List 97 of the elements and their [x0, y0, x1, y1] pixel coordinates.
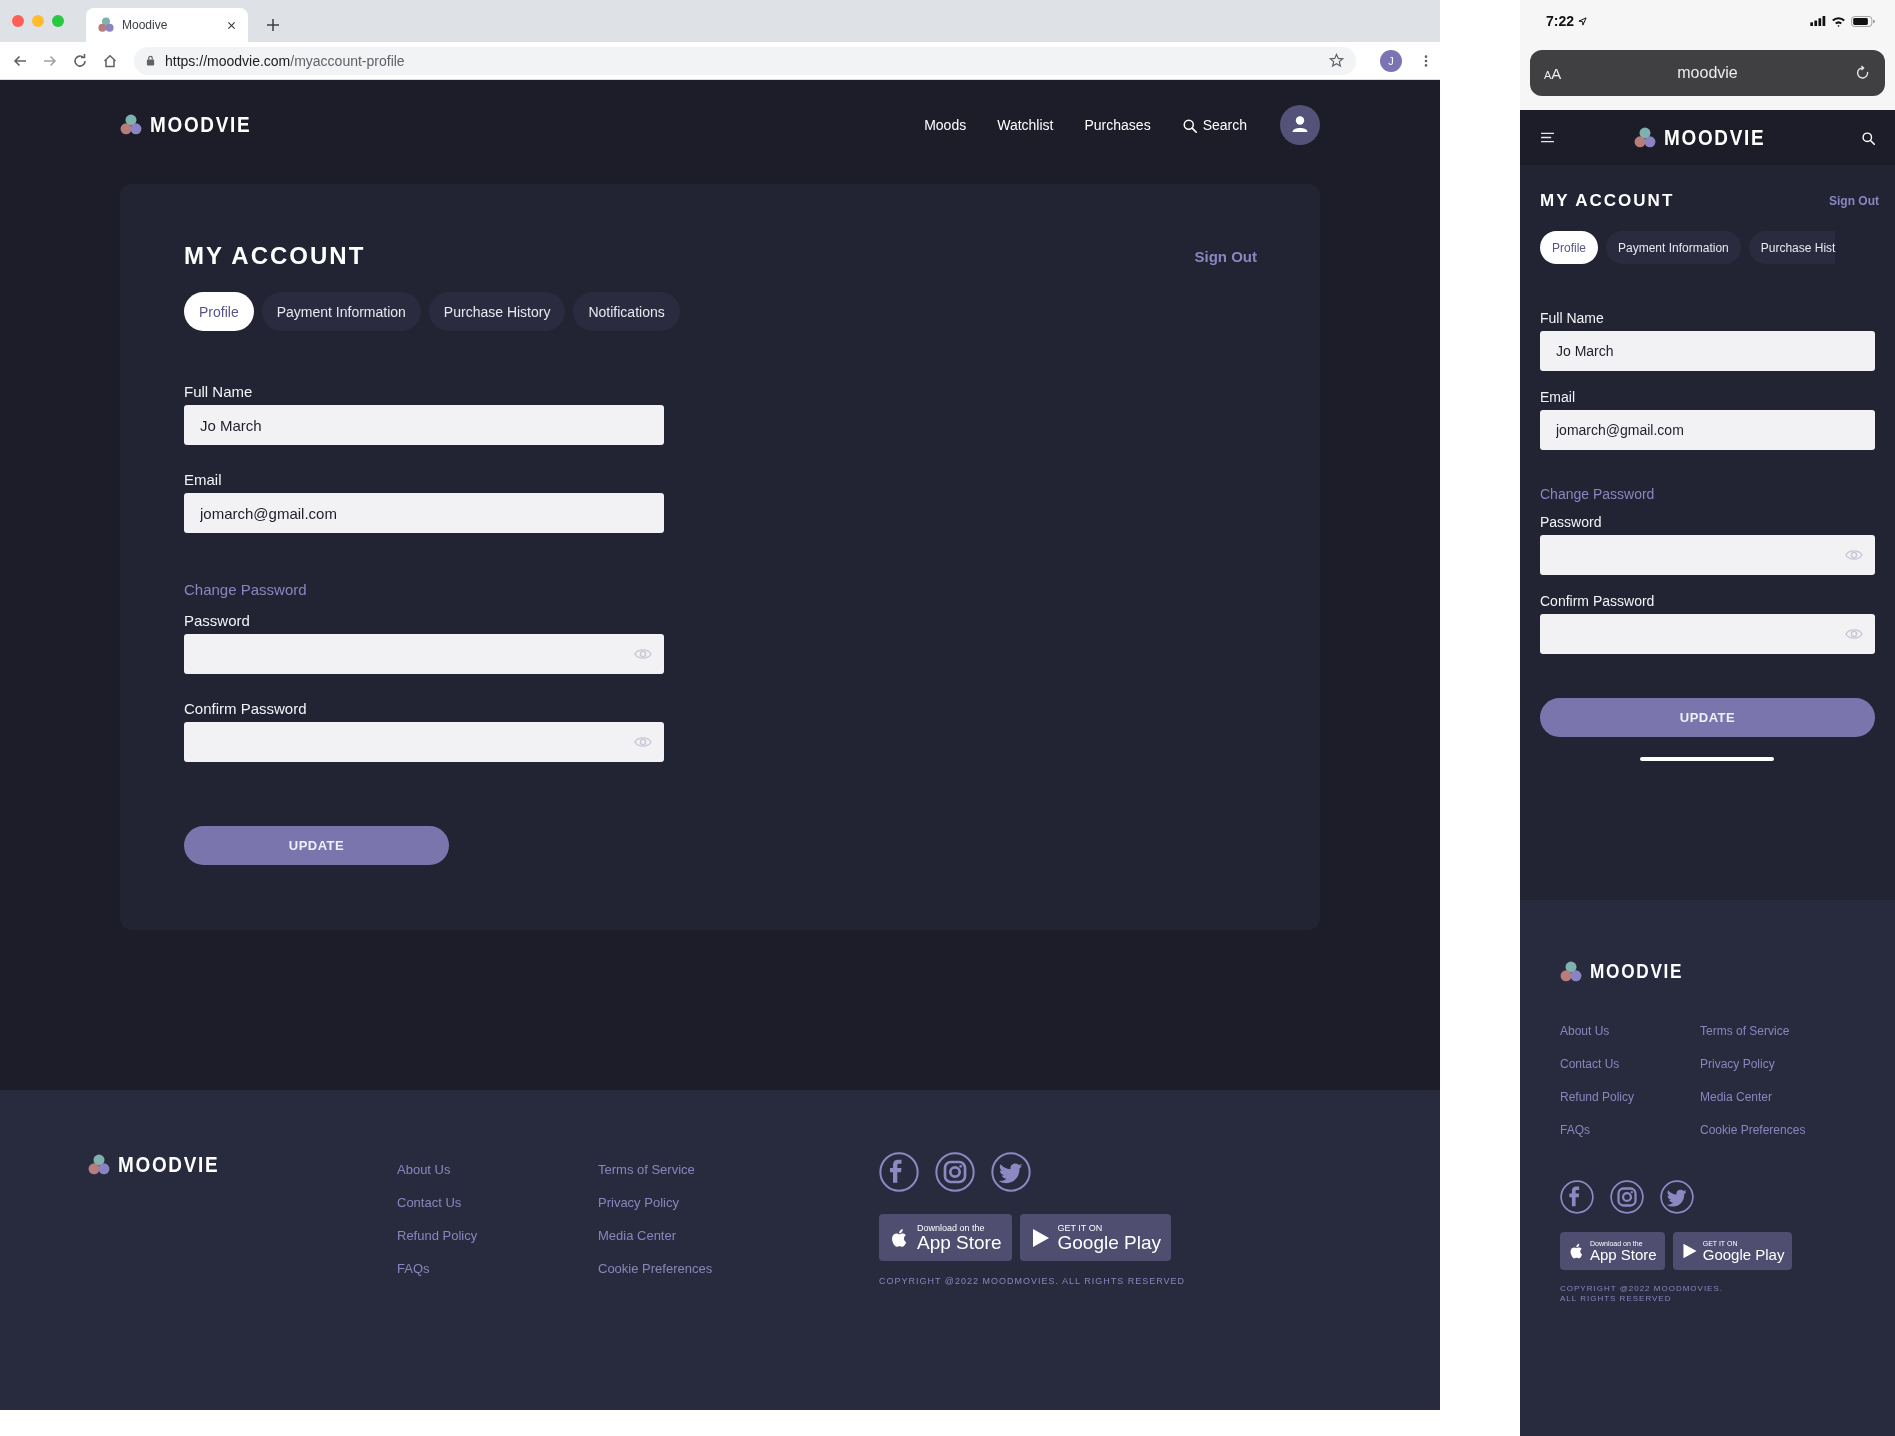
address-bar[interactable]: AA moodvie: [1530, 50, 1885, 96]
copyright-text: COPYRIGHT @2022 MOODMOVIES. ALL RIGHTS RESERVED: [879, 1275, 1186, 1287]
star-icon[interactable]: [1329, 53, 1344, 68]
tab[interactable]: Notifications: [573, 292, 680, 331]
footer-link[interactable]: Cookie Preferences: [1700, 1122, 1840, 1138]
footer-link[interactable]: Privacy Policy: [598, 1194, 799, 1211]
play-icon: [1680, 1241, 1699, 1261]
close-icon[interactable]: [227, 20, 236, 30]
wifi-icon: [1831, 15, 1846, 27]
signal-icon: [1810, 16, 1826, 26]
footer-link[interactable]: Refund Policy: [397, 1227, 598, 1244]
plus-icon[interactable]: [266, 18, 280, 32]
input-field[interactable]: Jo March: [1540, 331, 1875, 371]
field-label: Confirm Password: [1540, 593, 1656, 609]
input-field[interactable]: Jo March: [184, 405, 664, 445]
field-label: Confirm Password: [184, 700, 308, 717]
kebab-menu-icon[interactable]: [1424, 53, 1428, 68]
tab[interactable]: Payment Information: [261, 292, 421, 331]
reload-icon[interactable]: [1855, 65, 1871, 81]
instagram-icon[interactable]: [935, 1152, 975, 1192]
app-store-button[interactable]: Download on the App Store: [879, 1214, 1012, 1261]
field-label: Full Name: [1540, 310, 1605, 326]
profile-avatar[interactable]: J: [1380, 49, 1402, 72]
footer-link[interactable]: About Us: [1560, 1023, 1700, 1039]
battery-icon: [1851, 15, 1875, 27]
field-label: Email: [1540, 389, 1576, 405]
field-label: Password: [184, 612, 251, 629]
footer-link[interactable]: FAQs: [1560, 1122, 1700, 1138]
brand-name: MOODVIE: [150, 112, 252, 138]
lock-icon: [146, 55, 155, 66]
section-heading: Change Password: [184, 581, 308, 598]
home-icon[interactable]: [102, 52, 118, 69]
search-icon: [1181, 117, 1197, 133]
field-label: Email: [184, 471, 223, 488]
sign-out-link[interactable]: Sign Out: [1829, 194, 1879, 208]
footer-link[interactable]: Media Center: [1700, 1089, 1840, 1105]
update-button[interactable]: UPDATE: [184, 826, 449, 865]
twitter-icon[interactable]: [1660, 1180, 1694, 1214]
footer-link[interactable]: Media Center: [598, 1227, 799, 1244]
input-field[interactable]: [1540, 535, 1875, 575]
status-time: 7:22: [1546, 13, 1575, 29]
page-title: MY ACCOUNT: [184, 242, 366, 270]
field-label: Password: [1540, 514, 1603, 530]
input-field[interactable]: [184, 634, 664, 674]
brand-name: MOODVIE: [1664, 124, 1766, 151]
footer-link[interactable]: Privacy Policy: [1700, 1056, 1840, 1072]
tab-title: Moodive: [122, 18, 169, 32]
nav-link[interactable]: Watchlist: [997, 117, 1054, 133]
logo-icon: [1634, 126, 1657, 149]
tab[interactable]: Profile: [1540, 231, 1598, 264]
instagram-icon[interactable]: [1610, 1180, 1644, 1214]
site-name: moodvie: [1676, 64, 1739, 82]
nav-link[interactable]: Purchases: [1084, 117, 1151, 133]
sign-out-link[interactable]: Sign Out: [1194, 247, 1257, 265]
footer-link[interactable]: Contact Us: [397, 1194, 598, 1211]
update-button[interactable]: UPDATE: [1540, 698, 1875, 737]
tab[interactable]: Profile: [184, 292, 254, 331]
tab[interactable]: Payment Information: [1606, 231, 1741, 264]
footer-link[interactable]: FAQs: [397, 1260, 598, 1277]
page-title: MY ACCOUNT: [1540, 191, 1675, 211]
logo-icon: [120, 114, 142, 136]
reload-icon[interactable]: [72, 52, 88, 69]
text-size-button[interactable]: AA: [1544, 64, 1584, 82]
section-heading: Change Password: [1540, 486, 1656, 502]
copyright-text: COPYRIGHT @2022 MOODMOVIES.: [1560, 1284, 1724, 1294]
menu-icon[interactable]: [1540, 132, 1555, 143]
google-play-button[interactable]: GET IT ON Google Play: [1019, 1214, 1171, 1261]
logo-icon: [88, 1154, 110, 1176]
user-avatar-icon[interactable]: [1280, 105, 1320, 145]
input-field[interactable]: [1540, 614, 1875, 654]
footer-link[interactable]: Terms of Service: [1700, 1023, 1840, 1039]
input-field[interactable]: jomarch@gmail.com: [1540, 410, 1875, 450]
logo-icon: [98, 17, 114, 33]
field-label: Full Name: [184, 383, 254, 400]
tab[interactable]: Purchase Hist: [1748, 231, 1836, 264]
footer-link[interactable]: Cookie Preferences: [598, 1260, 799, 1277]
footer-link[interactable]: Contact Us: [1560, 1056, 1700, 1072]
footer-link[interactable]: About Us: [397, 1161, 598, 1178]
copyright-text: ALL RIGHTS RESERVED: [1560, 1294, 1673, 1304]
input-field[interactable]: jomarch@gmail.com: [184, 493, 664, 533]
tab[interactable]: Purchase History: [428, 292, 566, 331]
browser-tab[interactable]: Moodive: [86, 8, 248, 42]
search-link[interactable]: Search: [1181, 117, 1247, 133]
logo-icon: [1560, 960, 1582, 983]
footer-link[interactable]: Terms of Service: [598, 1161, 799, 1178]
input-field[interactable]: [184, 722, 664, 762]
twitter-icon[interactable]: [991, 1152, 1031, 1192]
facebook-icon[interactable]: [879, 1152, 919, 1192]
address-field[interactable]: https://moodvie.com/myaccount-profile: [134, 46, 1356, 75]
brand-name: MOODVIE: [1590, 960, 1684, 983]
nav-link[interactable]: Moods: [924, 117, 967, 133]
facebook-icon[interactable]: [1560, 1180, 1594, 1214]
brand-name: MOODVIE: [118, 1152, 220, 1178]
search-icon[interactable]: [1861, 130, 1875, 145]
footer-link[interactable]: Refund Policy: [1560, 1089, 1700, 1105]
url-text: https://moodvie.com/myaccount-profile: [165, 52, 406, 69]
location-arrow-icon: [1578, 16, 1588, 26]
